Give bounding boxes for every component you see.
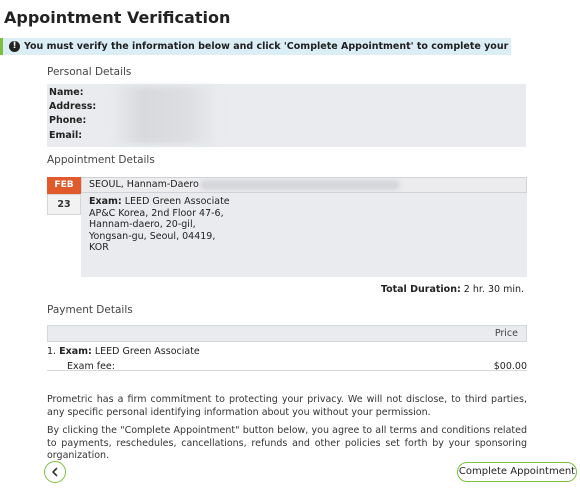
payment-divider (47, 370, 527, 371)
exam-line: Exam: LEED Green Associate (89, 196, 230, 208)
complete-appointment-button[interactable]: Complete Appointment (457, 462, 577, 482)
phone-label: Phone: (49, 115, 87, 126)
item-name: LEED Green Associate (94, 346, 200, 357)
test-site-name: SEOUL, Hannam-Daero (89, 179, 199, 190)
duration-label: Total Duration: (380, 284, 461, 295)
item-number: 1. (47, 346, 57, 357)
price-header-label: Price (494, 328, 518, 339)
personal-details-panel: Name: Address: Phone: Email: (47, 84, 526, 147)
alert-text: You must verify the information below an… (24, 41, 511, 52)
date-badge: FEB 23 (47, 177, 81, 215)
appointment-details-title: Appointment Details (47, 154, 155, 166)
date-month: FEB (47, 177, 81, 194)
privacy-statement: Prometric has a firm commitment to prote… (47, 394, 527, 418)
address-line: KOR (89, 242, 109, 253)
name-label: Name: (49, 87, 84, 98)
personal-details-title: Personal Details (47, 66, 132, 78)
terms-statement: By clicking the "Complete Appointment" b… (47, 425, 527, 461)
exam-name: LEED Green Associate (124, 196, 230, 207)
redacted-site-info (200, 180, 400, 190)
total-duration: Total Duration: 2 hr. 30 min. (381, 284, 524, 295)
address-line: Yongsan-gu, Seoul, 04419, (89, 230, 216, 242)
payment-item: 1. Exam: LEED Green Associate (47, 346, 200, 357)
address-label: Address: (49, 101, 97, 112)
price-column-header: Price (47, 325, 527, 342)
test-site-header: SEOUL, Hannam-Daero (81, 177, 527, 193)
item-label: Exam: (59, 346, 92, 357)
payment-details-title: Payment Details (47, 304, 133, 316)
exclamation-circle-icon: ! (9, 41, 20, 52)
redacted-personal-info (110, 86, 220, 144)
page-title: Appointment Verification (4, 8, 231, 27)
appointment-info-panel: Exam: LEED Green Associate AP&C Korea, 2… (81, 193, 527, 277)
duration-value: 2 hr. 30 min. (463, 284, 524, 295)
chevron-left-icon (52, 467, 58, 477)
verification-alert: ! You must verify the information below … (0, 38, 511, 55)
address-line: AP&C Korea, 2nd Floor 47-6, (89, 207, 224, 219)
date-day: 23 (47, 194, 81, 215)
email-label: Email: (49, 130, 83, 141)
address-line: Hannam-daero, 20-gil, (89, 219, 196, 230)
exam-label: Exam: (89, 196, 122, 207)
back-button[interactable] (44, 461, 66, 483)
